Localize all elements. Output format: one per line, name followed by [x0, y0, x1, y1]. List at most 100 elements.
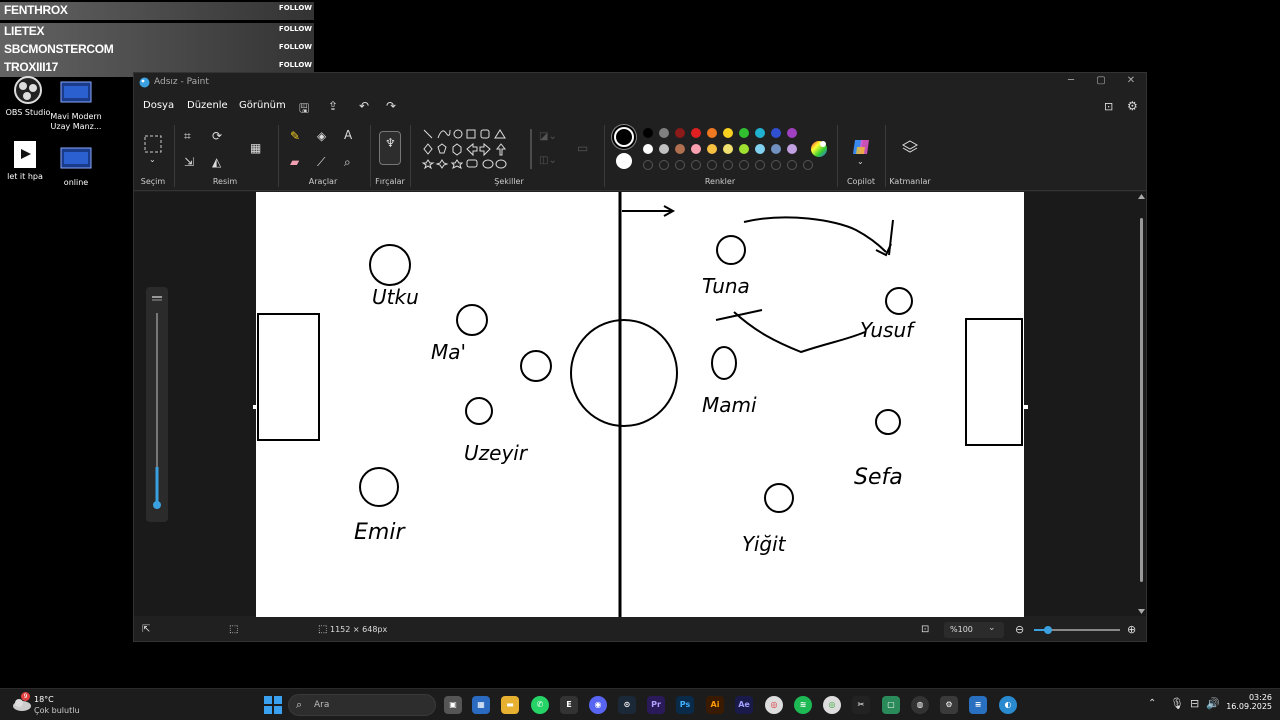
obs-taskbar-icon[interactable]: ◍: [911, 696, 929, 714]
layers-icon[interactable]: [901, 139, 919, 157]
zoom-out-icon[interactable]: ⊖: [1015, 623, 1024, 636]
selection-icon[interactable]: [144, 135, 162, 153]
vertical-scrollbar[interactable]: [1137, 192, 1146, 616]
color-picker-icon[interactable]: ⟋: [317, 155, 325, 170]
chevron-down-icon[interactable]: ⌄: [857, 157, 864, 166]
color-swatch[interactable]: [659, 144, 669, 154]
edit-colors-icon[interactable]: [809, 139, 829, 159]
color-swatch[interactable]: [723, 144, 733, 154]
color-swatch[interactable]: [723, 128, 733, 138]
color-swatch[interactable]: [771, 128, 781, 138]
color-swatch[interactable]: [787, 144, 797, 154]
eraser-icon[interactable]: ▰: [290, 155, 299, 169]
color-swatch[interactable]: [691, 144, 701, 154]
color-swatch[interactable]: [707, 144, 717, 154]
color-swatch[interactable]: [739, 128, 749, 138]
outline-icon[interactable]: ◪⌄: [539, 131, 557, 142]
color-swatch[interactable]: [755, 128, 765, 138]
custom-color-slot[interactable]: [787, 160, 797, 170]
custom-color-slot[interactable]: [643, 160, 653, 170]
chevron-down-icon[interactable]: ⌄: [149, 155, 156, 164]
shapes-scrollbar[interactable]: [528, 127, 534, 171]
discord-bot-icon[interactable]: ▢: [882, 696, 900, 714]
fit-to-window-icon[interactable]: ⊡: [921, 624, 929, 635]
custom-color-slot[interactable]: [755, 160, 765, 170]
flip-icon[interactable]: ◭: [212, 155, 221, 169]
custom-color-slot[interactable]: [659, 160, 669, 170]
menu-file[interactable]: Dosya: [143, 100, 174, 111]
widgets-icon[interactable]: ▦: [472, 696, 490, 714]
remove-background-icon[interactable]: ▦: [250, 141, 261, 155]
primary-color[interactable]: [614, 127, 634, 147]
color-swatch[interactable]: [787, 128, 797, 138]
resize-handle-left[interactable]: [253, 405, 257, 409]
image-creator-icon[interactable]: ⊡: [1104, 100, 1113, 113]
weather-widget[interactable]: 9 18°C Çok bulutlu: [10, 692, 100, 718]
drawing-canvas[interactable]: Utku Ma' Uzeyir Emir Tuna Yusuf Mami Sef…: [256, 192, 1024, 617]
taskbar-search[interactable]: ⌕ Ara: [288, 694, 436, 716]
copilot-icon[interactable]: [851, 137, 871, 157]
photoshop-icon[interactable]: Ps: [676, 696, 694, 714]
custom-color-slot[interactable]: [691, 160, 701, 170]
save-icon[interactable]: 🖫: [299, 99, 309, 120]
color-swatch[interactable]: [659, 128, 669, 138]
rotate-icon[interactable]: ⟳: [212, 129, 222, 143]
color-swatch[interactable]: [675, 128, 685, 138]
whatsapp-icon[interactable]: ✆: [531, 696, 549, 714]
menu-edit[interactable]: Düzenle: [187, 100, 228, 111]
discord-icon[interactable]: ◉: [589, 696, 607, 714]
zoom-slider-vertical[interactable]: [146, 287, 168, 522]
custom-color-slot[interactable]: [739, 160, 749, 170]
brush-selector[interactable]: ♆: [379, 131, 401, 165]
color-swatch[interactable]: [675, 144, 685, 154]
desktop-icon-online[interactable]: online: [48, 146, 104, 188]
fill-bucket-icon[interactable]: ◈: [317, 129, 326, 143]
color-swatch[interactable]: [691, 128, 701, 138]
epic-games-icon[interactable]: E: [560, 696, 578, 714]
undo-icon[interactable]: ↶: [359, 99, 369, 113]
color-swatch[interactable]: [771, 144, 781, 154]
shapes-gallery[interactable]: [422, 127, 530, 177]
pencil-icon[interactable]: ✎: [290, 129, 300, 143]
network-icon[interactable]: ⊟: [1190, 697, 1199, 710]
secondary-color[interactable]: [616, 153, 632, 169]
settings-gear-icon[interactable]: ⚙: [1127, 99, 1138, 113]
text-tool-icon[interactable]: A: [344, 128, 352, 142]
resize-icon[interactable]: ⇲: [184, 155, 194, 169]
custom-color-slot[interactable]: [723, 160, 733, 170]
microphone-icon[interactable]: 🎙: [1170, 697, 1184, 710]
start-windows-icon[interactable]: [264, 696, 282, 714]
color-swatch[interactable]: [643, 144, 653, 154]
steam-icon[interactable]: ⊙: [618, 696, 636, 714]
illustrator-icon[interactable]: Ai: [706, 696, 724, 714]
zoom-in-icon[interactable]: ⊕: [1127, 623, 1136, 636]
clock[interactable]: 03:26 16.09.2025: [1222, 693, 1272, 717]
custom-color-slot[interactable]: [675, 160, 685, 170]
zoom-level-select[interactable]: %100 ⌄: [944, 622, 1004, 638]
chrome-icon[interactable]: ◎: [765, 696, 783, 714]
custom-color-slot[interactable]: [771, 160, 781, 170]
color-swatch[interactable]: [755, 144, 765, 154]
color-swatch[interactable]: [643, 128, 653, 138]
fill-icon[interactable]: ◫⌄: [539, 155, 557, 166]
crop-icon[interactable]: ⌗: [184, 129, 191, 144]
magnifier-icon[interactable]: ⌕: [344, 155, 351, 170]
task-view-icon[interactable]: ▣: [444, 696, 462, 714]
spotify-icon[interactable]: ≋: [794, 696, 812, 714]
zoom-slider[interactable]: [1032, 625, 1122, 635]
settings-icon[interactable]: ⚙: [940, 696, 958, 714]
premiere-icon[interactable]: Pr: [647, 696, 665, 714]
color-swatch[interactable]: [707, 128, 717, 138]
paint-taskbar-icon[interactable]: ◐: [999, 696, 1017, 714]
file-explorer-icon[interactable]: ▬: [501, 696, 519, 714]
share-icon[interactable]: ⇪: [328, 99, 338, 113]
custom-color-slot[interactable]: [707, 160, 717, 170]
color-swatch[interactable]: [739, 144, 749, 154]
after-effects-icon[interactable]: Ae: [735, 696, 753, 714]
minimize-icon[interactable]: ─: [1056, 75, 1086, 91]
redo-icon[interactable]: ↷: [386, 99, 396, 113]
shape-fill-icon[interactable]: ▭: [577, 141, 588, 155]
resize-handle-right[interactable]: [1024, 405, 1028, 409]
volume-icon[interactable]: 🔊: [1206, 697, 1220, 710]
menu-view[interactable]: Görünüm: [239, 100, 286, 111]
